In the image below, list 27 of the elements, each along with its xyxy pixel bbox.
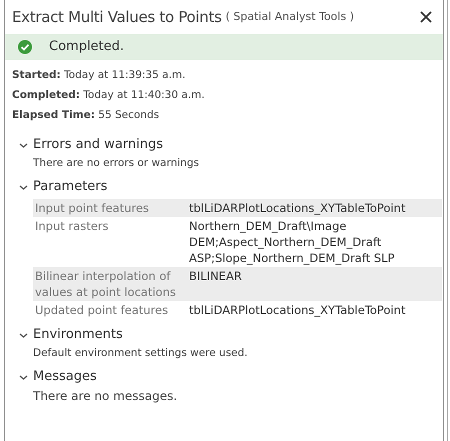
chevron-down-icon bbox=[19, 140, 28, 150]
window-subtitle: ( Spatial Analyst Tools ) bbox=[226, 8, 354, 25]
detail-line: Elapsed Time: 55 Seconds bbox=[12, 108, 160, 123]
close-button[interactable] bbox=[419, 10, 433, 24]
detail-line: Completed: Today at 11:40:30 a.m. bbox=[12, 88, 206, 103]
window-title: Extract Multi Values to Points bbox=[12, 6, 222, 28]
detail-line: Started: Today at 11:39:35 a.m. bbox=[12, 68, 186, 83]
section-header[interactable]: Errors and warnings bbox=[19, 135, 164, 155]
section-text: There are no errors or warnings bbox=[32, 156, 200, 171]
parameter-name: Input rasters bbox=[35, 218, 110, 235]
section-text: There are no messages. bbox=[32, 388, 178, 405]
section-text: Default environment settings were used. bbox=[32, 346, 249, 361]
parameter-name: Bilinear interpolation of values at point locations bbox=[35, 268, 177, 300]
chevron-down-icon bbox=[19, 330, 28, 340]
parameter-value: BILINEAR bbox=[189, 268, 243, 285]
parameter-value: tblLiDARPlotLocations_XYTableToPoint bbox=[189, 302, 406, 318]
chevron-down-icon bbox=[19, 182, 28, 192]
chevron-down-icon bbox=[19, 372, 28, 382]
parameter-value: Northern_DEM_Draft\Image DEM;Aspect_Northern_DEM_Draft ASP;Slope_Northern_DEM_Draft SLP bbox=[189, 218, 396, 266]
parameter-name: Updated point features bbox=[35, 302, 170, 318]
section-header[interactable]: Parameters bbox=[19, 177, 108, 197]
parameter-value: tblLiDARPlotLocations_XYTableToPoint bbox=[189, 200, 406, 216]
parameter-name: Input point features bbox=[35, 200, 150, 216]
status-text: Completed. bbox=[49, 38, 124, 56]
section-header[interactable]: Messages bbox=[19, 367, 97, 387]
section-header[interactable]: Environments bbox=[19, 325, 123, 345]
check-circle-icon bbox=[18, 40, 32, 54]
